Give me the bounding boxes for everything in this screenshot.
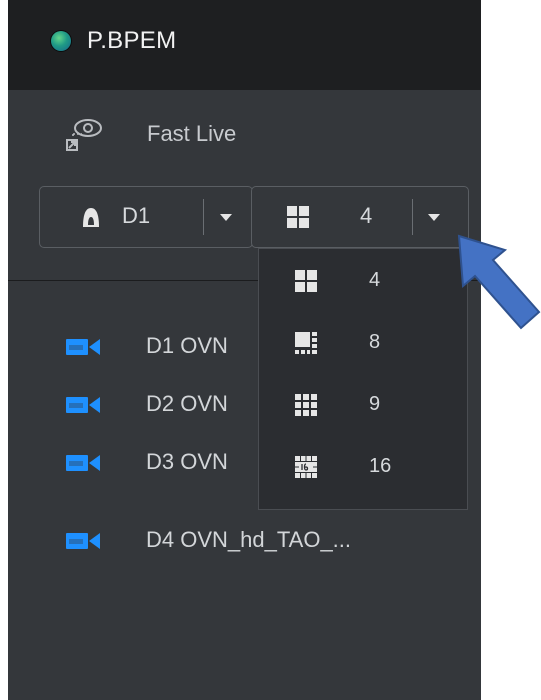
device-select-value: D1 bbox=[122, 203, 151, 228]
annotation-arrow-icon bbox=[457, 234, 541, 330]
camera-icon bbox=[66, 397, 100, 413]
camera-icon bbox=[66, 339, 100, 355]
split-option-16[interactable]: 16 bbox=[259, 438, 467, 500]
grid-8-icon bbox=[295, 332, 317, 354]
split-option-label: 4 bbox=[369, 269, 381, 291]
device-panel: P.BPEM Fast Live D1 4 D1 OVN D2 OVN D3 O… bbox=[8, 0, 481, 700]
split-select-value: 4 bbox=[360, 203, 373, 228]
grid-4-icon bbox=[287, 206, 309, 228]
grid-9-icon bbox=[295, 394, 317, 416]
split-option-label: 9 bbox=[369, 393, 381, 415]
device-select-divider bbox=[203, 199, 204, 235]
split-dropdown-menu: 4 8 9 16 bbox=[258, 248, 468, 510]
split-select[interactable]: 4 bbox=[251, 186, 469, 248]
split-option-label: 8 bbox=[369, 331, 381, 353]
person-silhouette-icon bbox=[83, 208, 99, 227]
fast-live-item[interactable]: Fast Live bbox=[8, 112, 481, 157]
online-status-icon bbox=[51, 31, 71, 51]
grid-4-icon bbox=[295, 270, 317, 292]
channel-label: D2 OVN bbox=[146, 391, 228, 416]
split-option-4[interactable]: 4 bbox=[259, 252, 467, 314]
fast-live-icon bbox=[66, 119, 102, 151]
device-name: P.BPEM bbox=[87, 27, 177, 54]
device-select[interactable]: D1 bbox=[39, 186, 253, 248]
camera-icon bbox=[66, 455, 100, 471]
chevron-down-icon[interactable] bbox=[220, 214, 232, 221]
split-option-label: 16 bbox=[369, 455, 392, 477]
channel-label: D3 OVN bbox=[146, 449, 228, 474]
channel-item[interactable]: D4 OVN_hd_TAO_... bbox=[8, 521, 481, 561]
fast-live-label: Fast Live bbox=[147, 121, 237, 146]
grid-16-icon bbox=[295, 456, 317, 478]
channel-label: D1 OVN bbox=[146, 333, 228, 358]
channel-label: D4 OVN_hd_TAO_... bbox=[146, 527, 352, 552]
camera-icon bbox=[66, 533, 100, 549]
split-option-9[interactable]: 9 bbox=[259, 376, 467, 438]
split-option-8[interactable]: 8 bbox=[259, 314, 467, 376]
chevron-down-icon[interactable] bbox=[428, 214, 440, 221]
split-select-divider bbox=[412, 199, 413, 235]
device-header[interactable]: P.BPEM bbox=[8, 0, 481, 90]
